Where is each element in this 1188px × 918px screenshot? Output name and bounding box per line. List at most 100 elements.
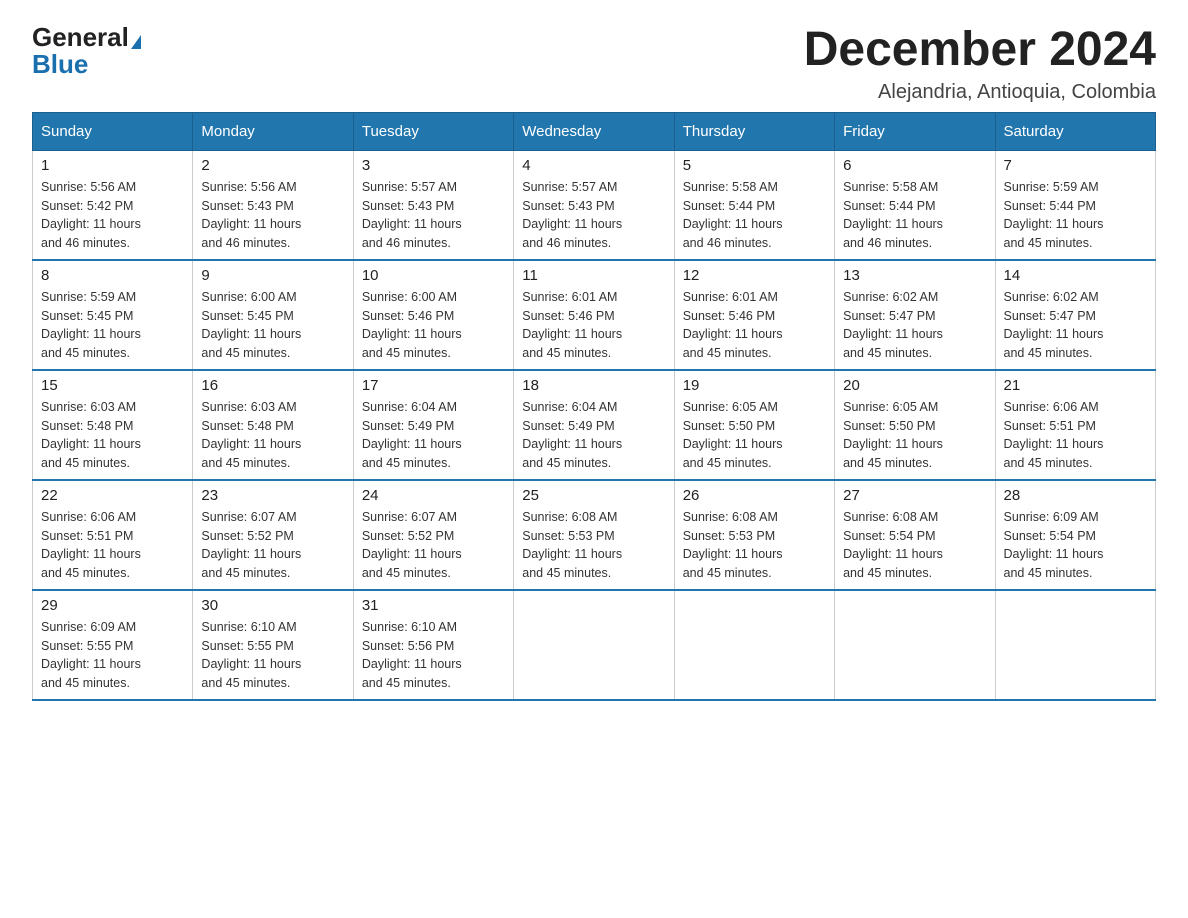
calendar-cell: 2 Sunrise: 5:56 AM Sunset: 5:43 PM Dayli… <box>193 150 353 260</box>
calendar-week-row: 29 Sunrise: 6:09 AM Sunset: 5:55 PM Dayl… <box>33 590 1156 700</box>
col-header-tuesday: Tuesday <box>353 112 513 150</box>
day-number: 6 <box>843 157 986 174</box>
calendar-cell <box>674 590 834 700</box>
day-number: 19 <box>683 377 826 394</box>
calendar-cell: 10 Sunrise: 6:00 AM Sunset: 5:46 PM Dayl… <box>353 260 513 370</box>
calendar-table: Sunday Monday Tuesday Wednesday Thursday… <box>32 112 1156 701</box>
day-info: Sunrise: 6:01 AM Sunset: 5:46 PM Dayligh… <box>683 288 826 363</box>
calendar-cell: 12 Sunrise: 6:01 AM Sunset: 5:46 PM Dayl… <box>674 260 834 370</box>
calendar-cell <box>514 590 674 700</box>
calendar-cell: 26 Sunrise: 6:08 AM Sunset: 5:53 PM Dayl… <box>674 480 834 590</box>
calendar-week-row: 1 Sunrise: 5:56 AM Sunset: 5:42 PM Dayli… <box>33 150 1156 260</box>
day-number: 15 <box>41 377 184 394</box>
calendar-cell: 31 Sunrise: 6:10 AM Sunset: 5:56 PM Dayl… <box>353 590 513 700</box>
day-number: 31 <box>362 597 505 614</box>
day-info: Sunrise: 6:10 AM Sunset: 5:56 PM Dayligh… <box>362 618 505 693</box>
day-number: 7 <box>1004 157 1147 174</box>
day-number: 21 <box>1004 377 1147 394</box>
calendar-cell: 30 Sunrise: 6:10 AM Sunset: 5:55 PM Dayl… <box>193 590 353 700</box>
calendar-cell: 7 Sunrise: 5:59 AM Sunset: 5:44 PM Dayli… <box>995 150 1155 260</box>
day-info: Sunrise: 5:57 AM Sunset: 5:43 PM Dayligh… <box>362 178 505 253</box>
logo: General Blue <box>32 24 141 78</box>
day-number: 16 <box>201 377 344 394</box>
day-info: Sunrise: 6:06 AM Sunset: 5:51 PM Dayligh… <box>41 508 184 583</box>
day-number: 13 <box>843 267 986 284</box>
calendar-week-row: 22 Sunrise: 6:06 AM Sunset: 5:51 PM Dayl… <box>33 480 1156 590</box>
day-number: 4 <box>522 157 665 174</box>
day-number: 3 <box>362 157 505 174</box>
day-info: Sunrise: 5:59 AM Sunset: 5:45 PM Dayligh… <box>41 288 184 363</box>
day-info: Sunrise: 5:58 AM Sunset: 5:44 PM Dayligh… <box>843 178 986 253</box>
calendar-cell: 28 Sunrise: 6:09 AM Sunset: 5:54 PM Dayl… <box>995 480 1155 590</box>
day-info: Sunrise: 5:58 AM Sunset: 5:44 PM Dayligh… <box>683 178 826 253</box>
day-info: Sunrise: 5:59 AM Sunset: 5:44 PM Dayligh… <box>1004 178 1147 253</box>
calendar-cell: 22 Sunrise: 6:06 AM Sunset: 5:51 PM Dayl… <box>33 480 193 590</box>
calendar-cell: 27 Sunrise: 6:08 AM Sunset: 5:54 PM Dayl… <box>835 480 995 590</box>
day-number: 2 <box>201 157 344 174</box>
calendar-cell <box>835 590 995 700</box>
month-title: December 2024 <box>804 24 1156 77</box>
calendar-cell: 1 Sunrise: 5:56 AM Sunset: 5:42 PM Dayli… <box>33 150 193 260</box>
day-info: Sunrise: 6:05 AM Sunset: 5:50 PM Dayligh… <box>843 398 986 473</box>
calendar-cell: 5 Sunrise: 5:58 AM Sunset: 5:44 PM Dayli… <box>674 150 834 260</box>
day-info: Sunrise: 5:56 AM Sunset: 5:43 PM Dayligh… <box>201 178 344 253</box>
day-info: Sunrise: 6:03 AM Sunset: 5:48 PM Dayligh… <box>41 398 184 473</box>
calendar-cell: 16 Sunrise: 6:03 AM Sunset: 5:48 PM Dayl… <box>193 370 353 480</box>
day-number: 8 <box>41 267 184 284</box>
logo-general-text: General <box>32 22 129 52</box>
day-number: 10 <box>362 267 505 284</box>
col-header-wednesday: Wednesday <box>514 112 674 150</box>
day-info: Sunrise: 6:06 AM Sunset: 5:51 PM Dayligh… <box>1004 398 1147 473</box>
day-number: 28 <box>1004 487 1147 504</box>
calendar-cell: 20 Sunrise: 6:05 AM Sunset: 5:50 PM Dayl… <box>835 370 995 480</box>
day-info: Sunrise: 6:00 AM Sunset: 5:46 PM Dayligh… <box>362 288 505 363</box>
day-info: Sunrise: 6:05 AM Sunset: 5:50 PM Dayligh… <box>683 398 826 473</box>
day-info: Sunrise: 6:02 AM Sunset: 5:47 PM Dayligh… <box>1004 288 1147 363</box>
day-number: 29 <box>41 597 184 614</box>
calendar-cell: 6 Sunrise: 5:58 AM Sunset: 5:44 PM Dayli… <box>835 150 995 260</box>
calendar-week-row: 15 Sunrise: 6:03 AM Sunset: 5:48 PM Dayl… <box>33 370 1156 480</box>
day-number: 26 <box>683 487 826 504</box>
calendar-cell: 19 Sunrise: 6:05 AM Sunset: 5:50 PM Dayl… <box>674 370 834 480</box>
day-number: 27 <box>843 487 986 504</box>
day-number: 25 <box>522 487 665 504</box>
day-number: 20 <box>843 377 986 394</box>
logo-blue-text: Blue <box>32 49 88 79</box>
day-info: Sunrise: 6:02 AM Sunset: 5:47 PM Dayligh… <box>843 288 986 363</box>
calendar-cell: 25 Sunrise: 6:08 AM Sunset: 5:53 PM Dayl… <box>514 480 674 590</box>
day-number: 12 <box>683 267 826 284</box>
day-number: 18 <box>522 377 665 394</box>
page-header: General Blue December 2024 Alejandria, A… <box>32 24 1156 104</box>
day-number: 17 <box>362 377 505 394</box>
col-header-saturday: Saturday <box>995 112 1155 150</box>
calendar-cell: 17 Sunrise: 6:04 AM Sunset: 5:49 PM Dayl… <box>353 370 513 480</box>
day-number: 9 <box>201 267 344 284</box>
calendar-cell: 29 Sunrise: 6:09 AM Sunset: 5:55 PM Dayl… <box>33 590 193 700</box>
day-info: Sunrise: 6:10 AM Sunset: 5:55 PM Dayligh… <box>201 618 344 693</box>
day-info: Sunrise: 6:08 AM Sunset: 5:53 PM Dayligh… <box>522 508 665 583</box>
calendar-cell: 4 Sunrise: 5:57 AM Sunset: 5:43 PM Dayli… <box>514 150 674 260</box>
calendar-cell: 13 Sunrise: 6:02 AM Sunset: 5:47 PM Dayl… <box>835 260 995 370</box>
day-info: Sunrise: 6:04 AM Sunset: 5:49 PM Dayligh… <box>522 398 665 473</box>
col-header-monday: Monday <box>193 112 353 150</box>
day-number: 24 <box>362 487 505 504</box>
col-header-thursday: Thursday <box>674 112 834 150</box>
calendar-cell: 11 Sunrise: 6:01 AM Sunset: 5:46 PM Dayl… <box>514 260 674 370</box>
calendar-cell: 3 Sunrise: 5:57 AM Sunset: 5:43 PM Dayli… <box>353 150 513 260</box>
col-header-sunday: Sunday <box>33 112 193 150</box>
day-info: Sunrise: 5:57 AM Sunset: 5:43 PM Dayligh… <box>522 178 665 253</box>
day-info: Sunrise: 5:56 AM Sunset: 5:42 PM Dayligh… <box>41 178 184 253</box>
day-number: 23 <box>201 487 344 504</box>
day-number: 5 <box>683 157 826 174</box>
calendar-cell: 18 Sunrise: 6:04 AM Sunset: 5:49 PM Dayl… <box>514 370 674 480</box>
day-number: 30 <box>201 597 344 614</box>
day-info: Sunrise: 6:04 AM Sunset: 5:49 PM Dayligh… <box>362 398 505 473</box>
day-number: 1 <box>41 157 184 174</box>
day-number: 14 <box>1004 267 1147 284</box>
day-info: Sunrise: 6:08 AM Sunset: 5:54 PM Dayligh… <box>843 508 986 583</box>
calendar-cell: 15 Sunrise: 6:03 AM Sunset: 5:48 PM Dayl… <box>33 370 193 480</box>
title-block: December 2024 Alejandria, Antioquia, Col… <box>804 24 1156 104</box>
logo-top-line: General <box>32 24 141 51</box>
day-info: Sunrise: 6:09 AM Sunset: 5:54 PM Dayligh… <box>1004 508 1147 583</box>
logo-triangle-icon <box>131 35 141 49</box>
